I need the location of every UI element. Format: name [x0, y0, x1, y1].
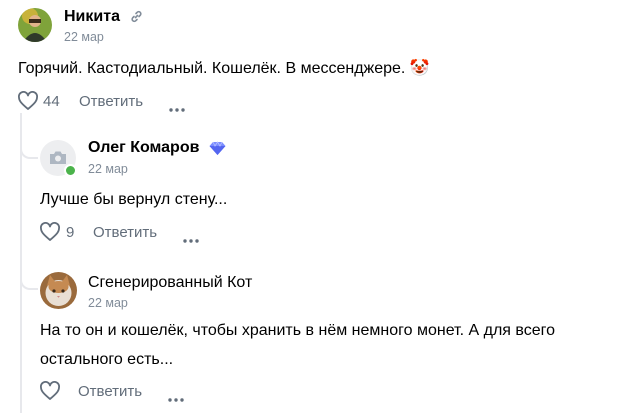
thread-branch: [20, 113, 38, 159]
link-icon[interactable]: [130, 10, 143, 28]
comment-text: Горячий. Кастодиальный. Кошелёк. В мессе…: [18, 60, 430, 77]
author-name[interactable]: Олег Комаров: [88, 139, 199, 157]
author-name[interactable]: Сгенерированный Кот: [88, 274, 252, 292]
comment-date[interactable]: 22 мар: [88, 162, 128, 176]
thread-branch: [20, 250, 38, 290]
more-icon[interactable]: [169, 99, 185, 117]
reply-button[interactable]: Ответить: [93, 224, 157, 241]
like-count: 44: [43, 93, 60, 110]
comment-date[interactable]: 22 мар: [88, 296, 128, 310]
heart-icon[interactable]: [39, 222, 61, 247]
more-icon[interactable]: [168, 389, 184, 407]
comment-date[interactable]: 22 мар: [64, 30, 104, 44]
reply-button[interactable]: Ответить: [78, 383, 142, 400]
like-count: 9: [66, 224, 75, 241]
comment-text: Лучше бы вернул стену...: [40, 191, 228, 208]
heart-icon[interactable]: [17, 91, 39, 116]
comment-text-line1: На то он и кошелёк, чтобы хранить в нём …: [40, 322, 555, 339]
author-name[interactable]: Никита: [64, 8, 120, 26]
reply-button[interactable]: Ответить: [79, 93, 143, 110]
online-indicator: [64, 164, 77, 177]
verified-gem-icon[interactable]: [209, 141, 226, 161]
comment-text-line2: остального есть...: [40, 351, 174, 368]
avatar-cat[interactable]: [40, 272, 77, 309]
more-icon[interactable]: [183, 230, 199, 248]
heart-icon[interactable]: [39, 381, 61, 406]
avatar-nikita[interactable]: [18, 8, 52, 42]
